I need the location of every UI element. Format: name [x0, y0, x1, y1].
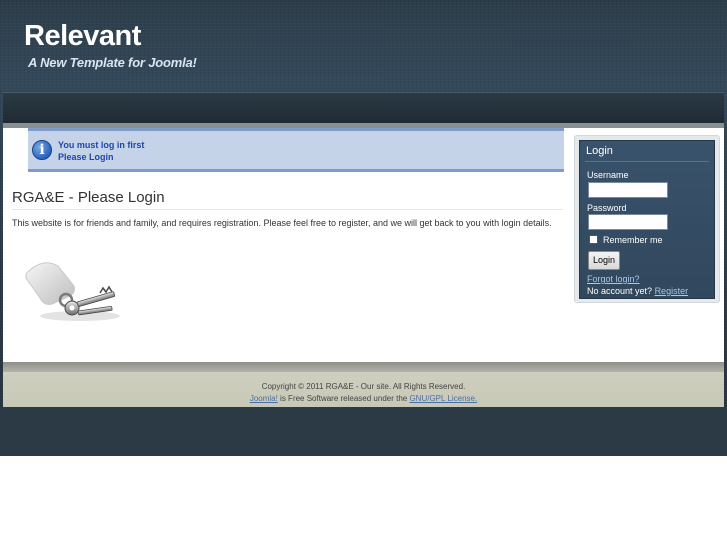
login-module: Login Username Password Remember me Logi… [574, 135, 720, 303]
remember-me-checkbox[interactable] [589, 235, 598, 244]
notice-message: Please Login [58, 152, 114, 162]
intro-text: This website is for friends and family, … [12, 218, 552, 228]
no-account-text: No account yet? Register [587, 286, 688, 296]
username-label: Username [587, 170, 629, 180]
footer: Copyright © 2011 RGA&E - Our site. All R… [3, 372, 724, 407]
joomla-link[interactable]: Joomla! [250, 394, 278, 403]
login-button[interactable]: Login [588, 251, 620, 270]
page-bottom-band [0, 407, 727, 456]
site-tagline: A New Template for Joomla! [28, 55, 197, 70]
notice-message: You must log in first [58, 140, 145, 150]
license-text: Joomla! is Free Software released under … [3, 394, 724, 403]
username-field[interactable] [588, 182, 668, 198]
keys-image [25, 262, 120, 321]
login-title-divider [585, 161, 709, 162]
register-link[interactable]: Register [655, 286, 689, 296]
login-title: Login [586, 145, 613, 157]
site-title[interactable]: Relevant [24, 20, 141, 53]
footer-divider [3, 362, 724, 372]
main-content: i You must log in first Please Login RGA… [3, 128, 724, 362]
license-link[interactable]: GNU/GPL License. [409, 394, 477, 403]
copyright-text: Copyright © 2011 RGA&E - Our site. All R… [261, 382, 466, 391]
system-message: i You must log in first Please Login [28, 128, 564, 172]
login-form: Login Username Password Remember me Logi… [579, 140, 715, 299]
navigation-bar [3, 92, 724, 123]
page-title: RGA&E - Please Login [12, 189, 165, 206]
heading-divider [12, 209, 563, 210]
info-icon: i [32, 140, 52, 160]
remember-me-label[interactable]: Remember me [603, 235, 663, 245]
password-label: Password [587, 203, 627, 213]
free-software-text: is Free Software released under the [277, 394, 410, 403]
password-field[interactable] [588, 214, 668, 230]
forgot-login-link[interactable]: Forgot login? [587, 274, 640, 284]
page: Relevant A New Template for Joomla! i Yo… [0, 0, 727, 545]
no-account-label: No account yet? [587, 286, 653, 296]
